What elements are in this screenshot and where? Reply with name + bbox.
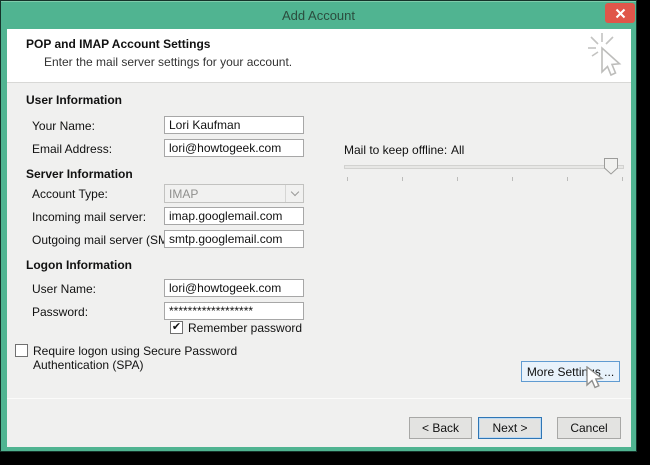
x-close-icon xyxy=(615,8,625,18)
slider-tick xyxy=(622,177,623,181)
remember-password-label: Remember password xyxy=(188,321,303,335)
offline-mail-label: Mail to keep offline: xyxy=(344,143,448,157)
password-label: Password: xyxy=(32,305,89,319)
user-name-label: User Name: xyxy=(32,282,97,296)
offline-mail-value: All xyxy=(451,143,465,157)
page-title: POP and IMAP Account Settings xyxy=(26,37,211,51)
form-area: User Information Your Name: Email Addres… xyxy=(7,83,631,446)
page-subtitle: Enter the mail server settings for your … xyxy=(44,55,293,69)
user-name-input[interactable] xyxy=(164,279,304,297)
footer-divider xyxy=(7,398,631,399)
incoming-server-label: Incoming mail server: xyxy=(32,210,147,224)
cancel-button[interactable]: Cancel xyxy=(557,417,621,439)
back-button[interactable]: < Back xyxy=(409,417,472,439)
offline-slider-thumb[interactable] xyxy=(604,158,618,175)
outgoing-server-input[interactable] xyxy=(164,230,304,248)
slider-tick xyxy=(512,177,513,181)
title-bar: Add Account xyxy=(1,1,636,29)
section-user-information: User Information xyxy=(26,93,123,107)
slider-tick xyxy=(402,177,403,181)
slider-tick xyxy=(567,177,568,181)
password-input[interactable] xyxy=(164,302,304,320)
slider-tick xyxy=(347,177,348,181)
checkbox-check-icon: ✔ xyxy=(170,321,183,334)
account-type-select[interactable]: IMAP xyxy=(164,184,304,203)
email-address-label: Email Address: xyxy=(32,142,113,156)
dropdown-arrow-box xyxy=(285,185,303,202)
add-account-dialog: Add Account POP and IMAP Account Setting… xyxy=(0,0,637,452)
spa-checkbox[interactable]: Require logon using Secure Password Auth… xyxy=(15,344,311,372)
section-server-information: Server Information xyxy=(26,167,133,181)
your-name-label: Your Name: xyxy=(32,119,95,133)
account-type-value: IMAP xyxy=(169,186,199,201)
slider-tick xyxy=(457,177,458,181)
window-title: Add Account xyxy=(282,8,355,23)
email-address-input[interactable] xyxy=(164,139,304,157)
section-logon-information: Logon Information xyxy=(26,258,132,272)
offline-slider-track[interactable] xyxy=(344,165,624,169)
sparkle-arrow-cursor-icon xyxy=(588,33,622,77)
remember-password-checkbox[interactable]: ✔ Remember password xyxy=(170,321,302,335)
checkbox-empty-icon xyxy=(15,344,28,357)
dialog-content: POP and IMAP Account Settings Enter the … xyxy=(7,29,631,447)
chevron-down-icon xyxy=(290,187,299,197)
wizard-header: POP and IMAP Account Settings Enter the … xyxy=(7,29,631,83)
more-settings-button[interactable]: More Settings ... xyxy=(521,361,620,382)
spa-checkbox-label: Require logon using Secure Password Auth… xyxy=(33,344,238,372)
incoming-server-input[interactable] xyxy=(164,207,304,225)
next-button[interactable]: Next > xyxy=(478,417,542,439)
close-button[interactable] xyxy=(605,3,635,23)
your-name-input[interactable] xyxy=(164,116,304,134)
account-type-label: Account Type: xyxy=(32,187,108,201)
